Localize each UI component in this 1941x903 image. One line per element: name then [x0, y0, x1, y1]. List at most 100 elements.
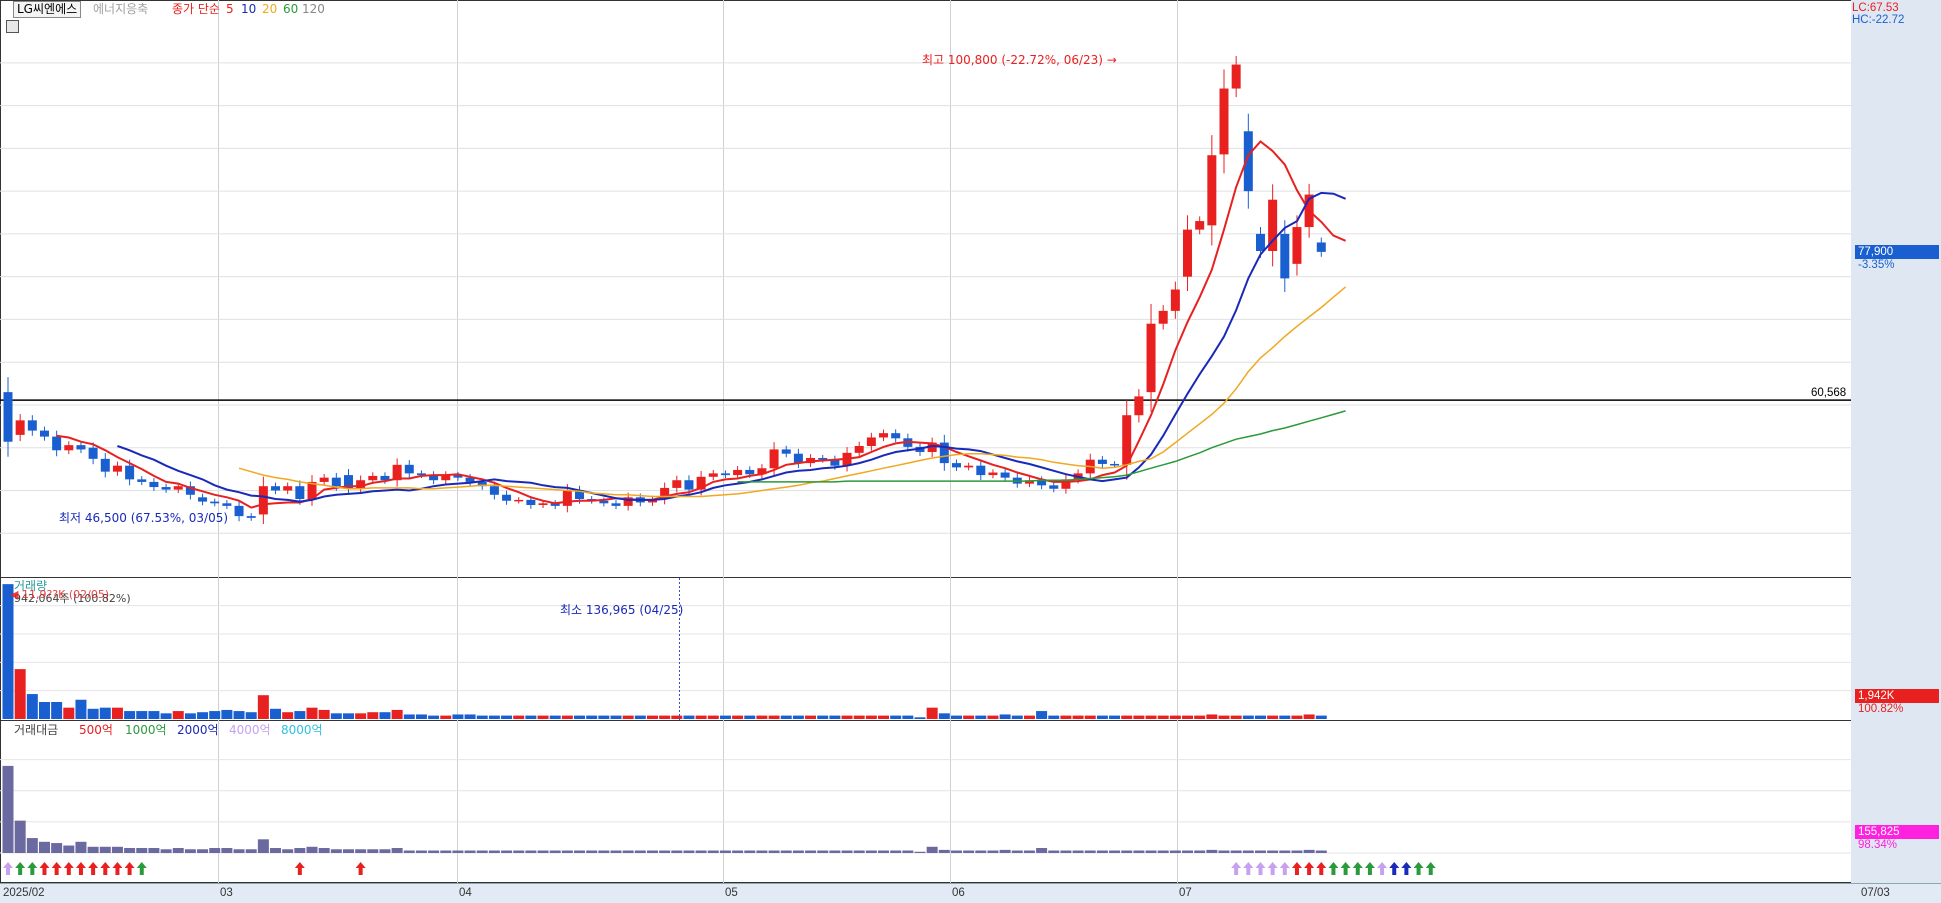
current-value-tag: 155,825	[1855, 825, 1939, 839]
candle-body	[368, 475, 378, 481]
volume-bar	[865, 715, 877, 719]
value-bar	[63, 845, 75, 853]
value-bar	[878, 850, 890, 853]
volume-bar	[136, 711, 148, 719]
value-bar	[659, 850, 671, 853]
candle-body	[976, 465, 986, 476]
volume-bar	[1169, 715, 1181, 719]
volume-bar	[1011, 715, 1023, 719]
value-bar	[440, 850, 452, 853]
signal-arrow-icon	[1389, 862, 1400, 875]
value-bar	[1109, 850, 1121, 853]
candle-body	[404, 464, 414, 474]
candle-body	[52, 436, 62, 451]
stock-name-button[interactable]: LG씨엔에스	[13, 1, 82, 18]
ma-period-20[interactable]: 20	[262, 2, 277, 16]
volume-bar	[975, 715, 987, 719]
volume-bar	[245, 712, 257, 719]
value-bar	[330, 849, 342, 853]
signal-arrow-icon	[1413, 862, 1424, 875]
volume-bar	[817, 715, 829, 719]
value-bar	[817, 850, 829, 853]
ma-period-5[interactable]: 5	[226, 2, 234, 16]
chart-window: 45,00050,00055,00060,00065,00070,00075,0…	[0, 0, 1941, 903]
candle-body	[137, 479, 147, 482]
candle-body	[210, 501, 220, 504]
value-bar	[1036, 848, 1048, 853]
ma-period-60[interactable]: 60	[283, 2, 298, 16]
candle-body	[161, 487, 171, 490]
value-bar	[221, 848, 233, 853]
candle-body	[891, 433, 901, 439]
value-bar	[610, 850, 622, 853]
value-bar	[1182, 850, 1194, 853]
value-bar	[841, 850, 853, 853]
candle-body	[1255, 233, 1265, 252]
grid-toggle-icon[interactable]	[6, 20, 19, 33]
time-axis	[0, 883, 1941, 903]
value-legend-1000: 1000억	[125, 723, 167, 737]
candle-body	[611, 503, 621, 506]
value-bar	[51, 843, 63, 853]
candle-body	[1231, 64, 1241, 89]
volume-bar	[415, 714, 427, 719]
signal-arrow-icon	[355, 862, 366, 875]
volume-bar	[926, 707, 938, 719]
value-bar	[768, 850, 780, 853]
volume-bar	[26, 694, 38, 719]
ma-line-10	[117, 191, 1346, 503]
candle-body	[149, 481, 159, 488]
volume-bar	[1121, 715, 1133, 719]
value-bar	[428, 850, 440, 853]
value-bar	[415, 850, 427, 853]
volume-bar	[695, 715, 707, 719]
volume-bar	[1242, 715, 1254, 719]
candle-body	[538, 503, 548, 506]
volume-bar	[221, 709, 233, 719]
value-bar	[756, 850, 768, 853]
value-bar	[488, 850, 500, 853]
value-bar	[744, 850, 756, 853]
value-bar	[111, 846, 123, 853]
candle-body	[733, 469, 743, 476]
volume-bar	[1133, 715, 1145, 719]
value-bar	[853, 850, 865, 853]
time-label-05: 05	[725, 887, 738, 899]
volume-bar	[622, 715, 634, 719]
right-axis-panel	[1851, 0, 1941, 902]
volume-bar	[829, 715, 841, 719]
candle-body	[951, 463, 961, 468]
ma-period-120[interactable]: 120	[302, 2, 325, 16]
value-bar	[914, 851, 926, 853]
volume-bar	[38, 702, 50, 719]
value-bar	[160, 849, 172, 853]
candle-body	[39, 430, 49, 437]
candle-body	[489, 486, 499, 495]
candle-body	[781, 449, 791, 454]
value-bar	[598, 850, 610, 853]
volume-bar	[1218, 715, 1230, 719]
candle-body	[319, 477, 329, 482]
signal-arrow-icon	[294, 862, 305, 875]
candle-body	[866, 437, 876, 447]
value-bar	[950, 850, 962, 853]
value-bar	[1096, 850, 1108, 853]
volume-bar	[1096, 715, 1108, 719]
volume-bar	[209, 711, 221, 719]
volume-bar	[950, 715, 962, 719]
value-bar	[683, 850, 695, 853]
value-bar	[367, 849, 379, 853]
value-bar	[172, 848, 184, 853]
candle-body	[258, 486, 268, 515]
value-bar	[1011, 850, 1023, 853]
current-change-label: -3.35%	[1858, 259, 1895, 271]
value-bar	[136, 848, 148, 853]
ma-period-10[interactable]: 10	[241, 2, 256, 16]
value-bar	[1169, 850, 1181, 853]
candle-body	[708, 473, 718, 477]
value-bar	[209, 848, 221, 853]
value-bar	[574, 850, 586, 853]
volume-bar	[428, 715, 440, 719]
volume-bar	[2, 584, 14, 719]
volume-bar	[671, 715, 683, 719]
